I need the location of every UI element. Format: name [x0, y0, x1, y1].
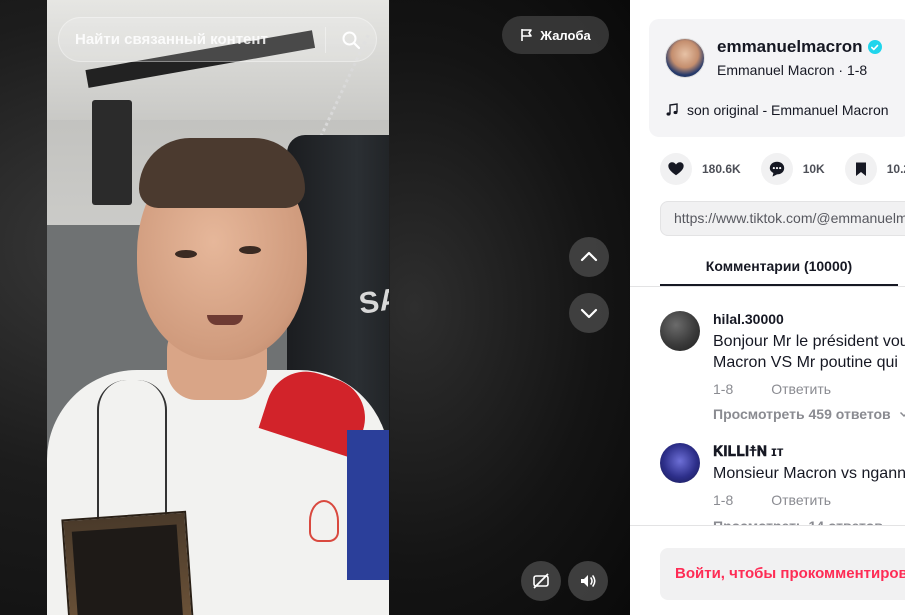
- share-url-field[interactable]: https://www.tiktok.com/@emmanuelmacron: [660, 201, 905, 236]
- author-username-row[interactable]: emmanuelmacron: [717, 37, 882, 57]
- author-username[interactable]: emmanuelmacron: [717, 37, 863, 57]
- video-eye-left: [175, 250, 197, 258]
- floating-player-button[interactable]: [521, 561, 561, 601]
- search-button[interactable]: [326, 17, 376, 62]
- search-icon: [342, 31, 361, 49]
- report-label: Жалоба: [540, 27, 591, 43]
- bookmark-icon: [855, 162, 866, 176]
- music-note-icon: [666, 103, 678, 116]
- view-replies-button[interactable]: Просмотреть 459 ответов: [713, 406, 905, 422]
- details-panel: emmanuelmacron Emmanuel Macron · 1-8 son…: [630, 0, 905, 615]
- video-bag-text: SA: [356, 282, 389, 321]
- comment-meta: 1-8 Ответить: [713, 381, 831, 397]
- author-display-name: Emmanuel Macron: [717, 62, 835, 78]
- comment-text-line: Bonjour Mr le président vous: [713, 333, 905, 350]
- save-button[interactable]: [844, 153, 877, 185]
- comment-username[interactable]: hilal.30000: [713, 311, 784, 327]
- video-mouth: [207, 315, 243, 325]
- login-to-comment-button[interactable]: Войти, чтобы прокомментировать: [660, 548, 905, 600]
- comment-bubble-icon: [769, 161, 784, 177]
- video-ffboxe-logo: [309, 500, 339, 542]
- previous-video-button[interactable]: [569, 237, 609, 277]
- like-action[interactable]: 180.6K: [660, 153, 741, 185]
- chevron-down-icon: [899, 411, 905, 418]
- reply-button[interactable]: Ответить: [771, 492, 831, 508]
- composer-divider: [630, 525, 905, 526]
- flag-icon: [521, 29, 533, 41]
- save-count: 10.2K: [886, 162, 905, 176]
- related-search-placeholder[interactable]: Найти связанный контент: [59, 31, 325, 48]
- tiktok-video-page: SA Найти связанный контент Жалоба emmanu…: [0, 0, 905, 615]
- comment-action[interactable]: 10K: [760, 153, 825, 185]
- comment-username[interactable]: 𝐊𝐈𝐋𝐋𝐈☨𝐍 ɪᴛ: [713, 443, 784, 460]
- speaker-icon: [581, 575, 596, 587]
- tabs-divider: [630, 286, 905, 287]
- video-bracket-plate: [92, 100, 132, 205]
- comment-date: 1-8: [713, 381, 734, 397]
- related-content-search[interactable]: Найти связанный контент: [58, 17, 377, 62]
- author-card: emmanuelmacron Emmanuel Macron · 1-8 son…: [649, 19, 905, 137]
- author-avatar[interactable]: [665, 38, 705, 78]
- video-hair: [139, 138, 305, 208]
- tab-comments[interactable]: Комментарии (10000): [660, 258, 898, 286]
- author-subline: Emmanuel Macron · 1-8: [717, 62, 867, 78]
- comment-avatar[interactable]: [660, 311, 700, 351]
- music-link[interactable]: son original - Emmanuel Macron: [665, 102, 889, 118]
- video-glove-package-inner: [71, 524, 184, 615]
- reply-button[interactable]: Ответить: [771, 381, 831, 397]
- video-frame[interactable]: SA: [47, 0, 389, 615]
- verified-badge-icon: [867, 40, 882, 54]
- comment-meta: 1-8 Ответить: [713, 492, 831, 508]
- subline-separator: ·: [838, 62, 844, 78]
- heart-icon: [668, 162, 684, 176]
- comment-avatar[interactable]: [660, 443, 700, 483]
- post-date: 1-8: [846, 62, 868, 78]
- comment-text-line: Macron VS Mr poutine qui: [713, 354, 898, 371]
- comment-count: 10K: [802, 162, 825, 176]
- chevron-up-icon: [580, 251, 598, 262]
- comment-item: 𝐊𝐈𝐋𝐋𝐈☨𝐍 ɪᴛ Monsieur Macron vs ngannou 1-…: [660, 443, 905, 533]
- next-video-button[interactable]: [569, 293, 609, 333]
- like-button[interactable]: [660, 153, 692, 185]
- comment-text: Monsieur Macron vs ngannou: [713, 463, 905, 484]
- video-eye-right: [239, 246, 261, 254]
- comment-item: hilal.30000 Bonjour Mr le président vous…: [660, 311, 905, 422]
- chevron-down-icon: [580, 308, 598, 319]
- video-player-area[interactable]: SA Найти связанный контент Жалоба: [0, 0, 630, 615]
- report-button[interactable]: Жалоба: [502, 16, 609, 54]
- comment-date: 1-8: [713, 492, 734, 508]
- save-action[interactable]: 10.2K: [844, 153, 905, 185]
- mini-player-icon: [533, 573, 549, 589]
- music-title: son original - Emmanuel Macron: [687, 102, 889, 118]
- video-shirt-blue: [347, 430, 389, 580]
- volume-button[interactable]: [568, 561, 608, 601]
- comment-text: Bonjour Mr le président vous Macron VS M…: [713, 331, 905, 373]
- like-count: 180.6K: [702, 162, 741, 176]
- comment-button[interactable]: [760, 153, 793, 185]
- action-bar: 180.6K 10K 10.2K: [660, 153, 905, 185]
- view-replies-label: Просмотреть 459 ответов: [713, 406, 891, 422]
- comment-text-line: Monsieur Macron vs ngannou: [713, 465, 905, 482]
